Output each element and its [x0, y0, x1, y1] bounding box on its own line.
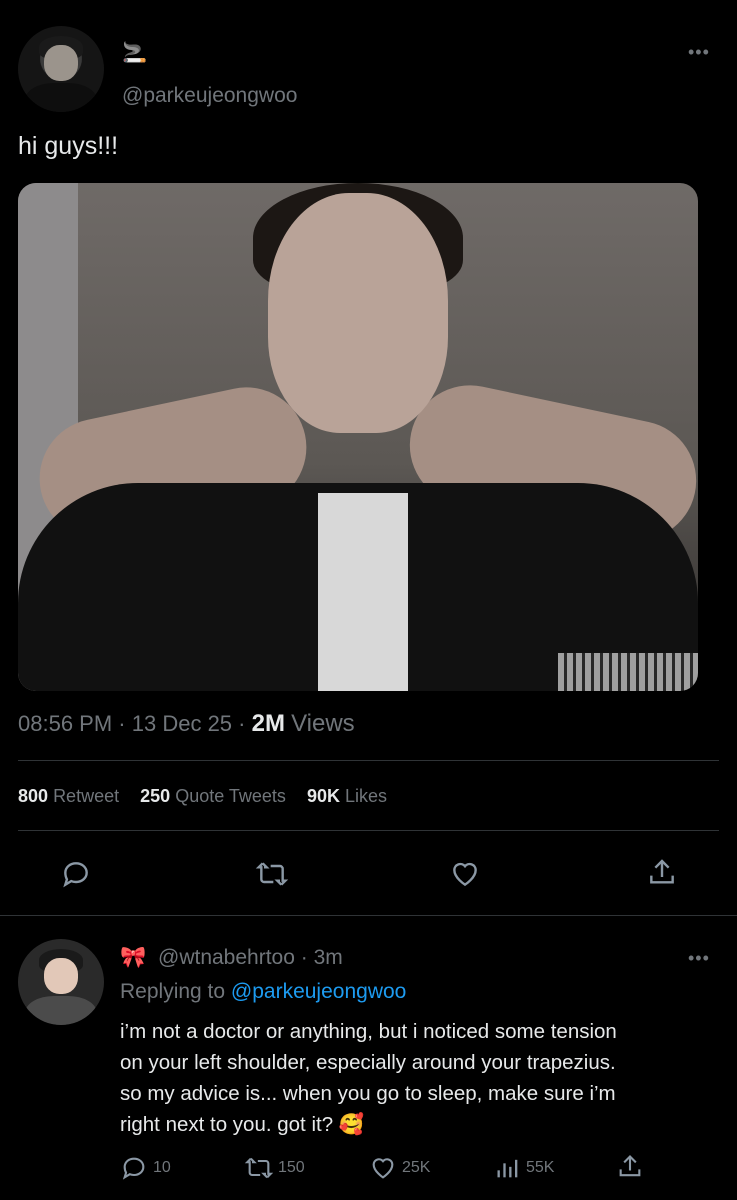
reply-text-line: right next to you. got it? 🥰: [120, 1113, 365, 1136]
reply-time: 3m: [313, 946, 343, 969]
likes-count: 90K: [306, 786, 340, 806]
retweet-count: 150: [278, 1159, 305, 1176]
reply-author-avatar[interactable]: [18, 939, 104, 1025]
like-button[interactable]: [448, 858, 482, 890]
reply-text-line: so my advice is... when you go to sleep,…: [120, 1082, 616, 1105]
reply-icon: [63, 862, 88, 888]
reply-button[interactable]: [60, 858, 92, 890]
retweet-icon: [244, 1157, 274, 1179]
reply-more-options-button[interactable]: •••: [688, 948, 710, 969]
likes-label: Likes: [344, 786, 388, 806]
reply-handle[interactable]: @wtnabehrtoo: [158, 946, 295, 969]
share-icon: [650, 859, 674, 884]
post-meta: 08:56 PM · 13 Dec 25 · 2M Views: [18, 710, 355, 738]
post-text: hi guys!!!: [18, 132, 119, 160]
replying-to: Replying to @parkeujeongwoo: [120, 980, 406, 1004]
section-divider: [0, 915, 737, 916]
replying-handle-link[interactable]: @parkeujeongwoo: [231, 980, 406, 1003]
retweets-count: 800: [18, 786, 49, 806]
reply-text-line: i’m not a doctor or anything, but i noti…: [120, 1020, 617, 1043]
reply-header: 🎀 @wtnabehrtoo · 3m: [120, 946, 343, 970]
views-chart-icon: [497, 1159, 518, 1178]
reply-separator: ·: [300, 946, 308, 969]
reply-count: 10: [153, 1159, 171, 1176]
likes-stat[interactable]: 90K Likes: [307, 786, 387, 806]
reply-display-name[interactable]: 🎀: [120, 946, 146, 969]
views-count: 2M: [251, 710, 285, 737]
divider: [18, 760, 719, 761]
post-time: 08:56 PM: [18, 711, 113, 736]
views-label: Views: [291, 710, 355, 737]
reply-retweet-button[interactable]: 150: [244, 1154, 305, 1182]
views-count: 55K: [526, 1159, 555, 1176]
quotes-count: 250: [140, 786, 171, 806]
retweets-stat[interactable]: 800 Retweet: [18, 786, 124, 806]
engagement-stats: 800 Retweet 250 Quote Tweets 90K Likes: [18, 786, 387, 807]
heart-icon: [372, 1158, 394, 1179]
reply-text: i’m not a doctor or anything, but i noti…: [120, 1016, 617, 1140]
reply-icon: [122, 1157, 145, 1180]
author-avatar[interactable]: [18, 26, 104, 112]
reply-like-button[interactable]: 25K: [368, 1154, 430, 1182]
retweet-icon: [255, 862, 289, 886]
retweets-label: Retweet: [53, 786, 120, 806]
quotes-label: Quote Tweets: [175, 786, 286, 806]
share-button[interactable]: [646, 856, 678, 890]
post-date: 13 Dec 25: [131, 711, 233, 736]
reply-text-line: on your left shoulder, especially around…: [120, 1051, 616, 1074]
post-image[interactable]: [18, 183, 698, 691]
heart-icon: [453, 862, 477, 887]
reply-share-button[interactable]: [616, 1152, 644, 1182]
share-icon: [619, 1155, 641, 1177]
more-options-button[interactable]: •••: [688, 42, 710, 63]
retweet-button[interactable]: [255, 858, 289, 890]
meta-separator: ·: [238, 711, 246, 736]
reply-reply-button[interactable]: 10: [120, 1154, 171, 1182]
like-count: 25K: [402, 1159, 431, 1176]
quotes-stat[interactable]: 250 Quote Tweets: [140, 786, 291, 806]
author-display-name[interactable]: 🚬: [122, 40, 147, 65]
meta-separator: ·: [118, 711, 126, 736]
author-handle[interactable]: @parkeujeongwoo: [122, 84, 297, 108]
divider: [18, 830, 719, 831]
replying-prefix: Replying to: [120, 980, 226, 1003]
reply-views-button[interactable]: 55K: [494, 1154, 554, 1182]
